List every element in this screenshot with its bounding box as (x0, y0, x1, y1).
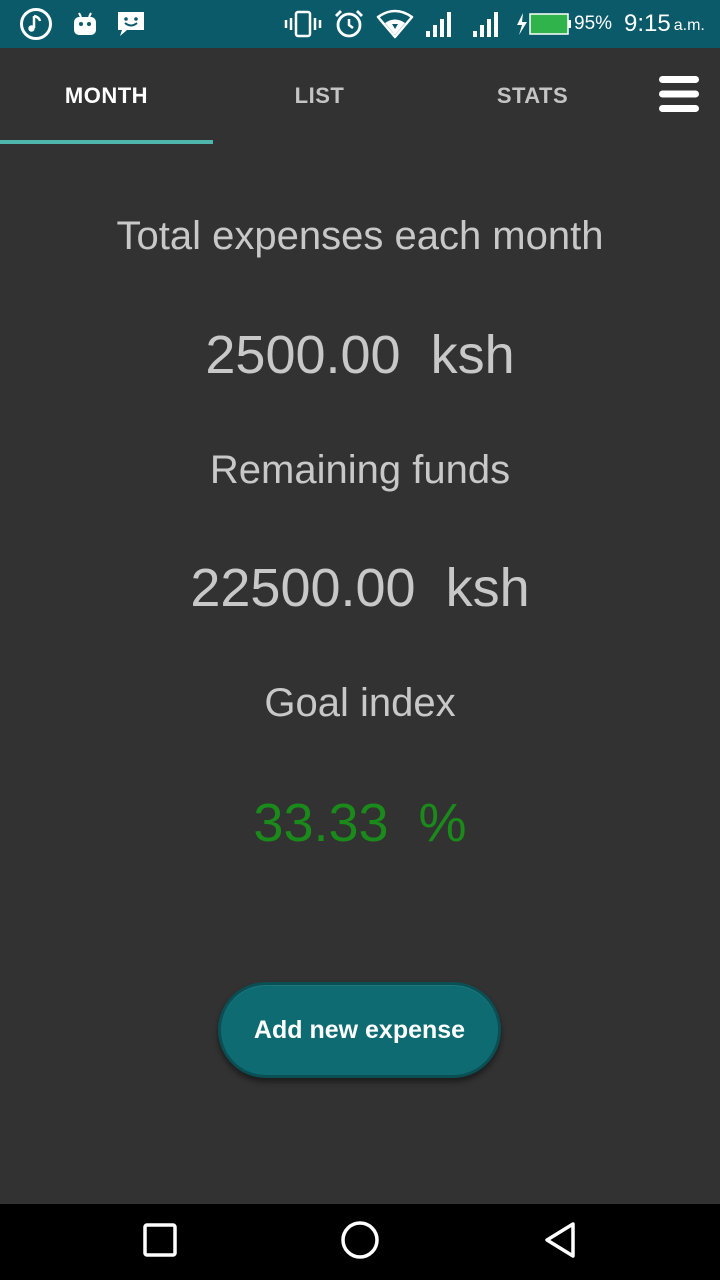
goal-index-value: 33.33 % (253, 793, 467, 853)
total-expenses-label: Total expenses each month (116, 214, 604, 258)
back-icon (541, 1220, 579, 1265)
status-bar: 95% 9:15 a.m. (0, 0, 720, 48)
tab-month[interactable]: MONTH (0, 48, 213, 144)
home-button[interactable] (320, 1214, 400, 1270)
tab-list[interactable]: LIST (213, 48, 426, 144)
add-new-expense-button[interactable]: Add new expense (218, 982, 501, 1078)
hamburger-menu-icon (658, 75, 700, 118)
home-icon (340, 1220, 380, 1265)
remaining-funds-value: 22500.00 ksh (190, 558, 530, 618)
back-button[interactable] (520, 1214, 600, 1270)
signal-icon (471, 8, 501, 40)
clock-time: 9:15 (624, 10, 671, 37)
chat-bubble-icon (114, 8, 148, 40)
music-note-icon (18, 8, 54, 40)
clock-ampm: a.m. (673, 17, 705, 34)
recent-apps-icon (142, 1222, 178, 1263)
goal-index-label: Goal index (264, 681, 456, 725)
vibrate-icon (284, 8, 322, 40)
wifi-icon (376, 8, 414, 40)
android-icon (70, 8, 100, 40)
clock: 9:15 a.m. (624, 0, 705, 48)
navigation-bar (0, 1204, 720, 1280)
battery-percent: 95% (574, 13, 613, 34)
recent-apps-button[interactable] (120, 1214, 200, 1270)
signal-icon (424, 8, 454, 40)
month-summary: Total expenses each month 2500.00 ksh Re… (0, 144, 720, 1204)
total-expenses-value: 2500.00 ksh (205, 325, 515, 385)
alarm-icon (333, 8, 365, 40)
menu-button[interactable] (648, 70, 710, 122)
tab-bar: MONTH LIST STATS (0, 48, 720, 144)
tab-stats[interactable]: STATS (426, 48, 639, 144)
battery-charging-icon (514, 8, 572, 40)
remaining-funds-label: Remaining funds (209, 448, 511, 492)
